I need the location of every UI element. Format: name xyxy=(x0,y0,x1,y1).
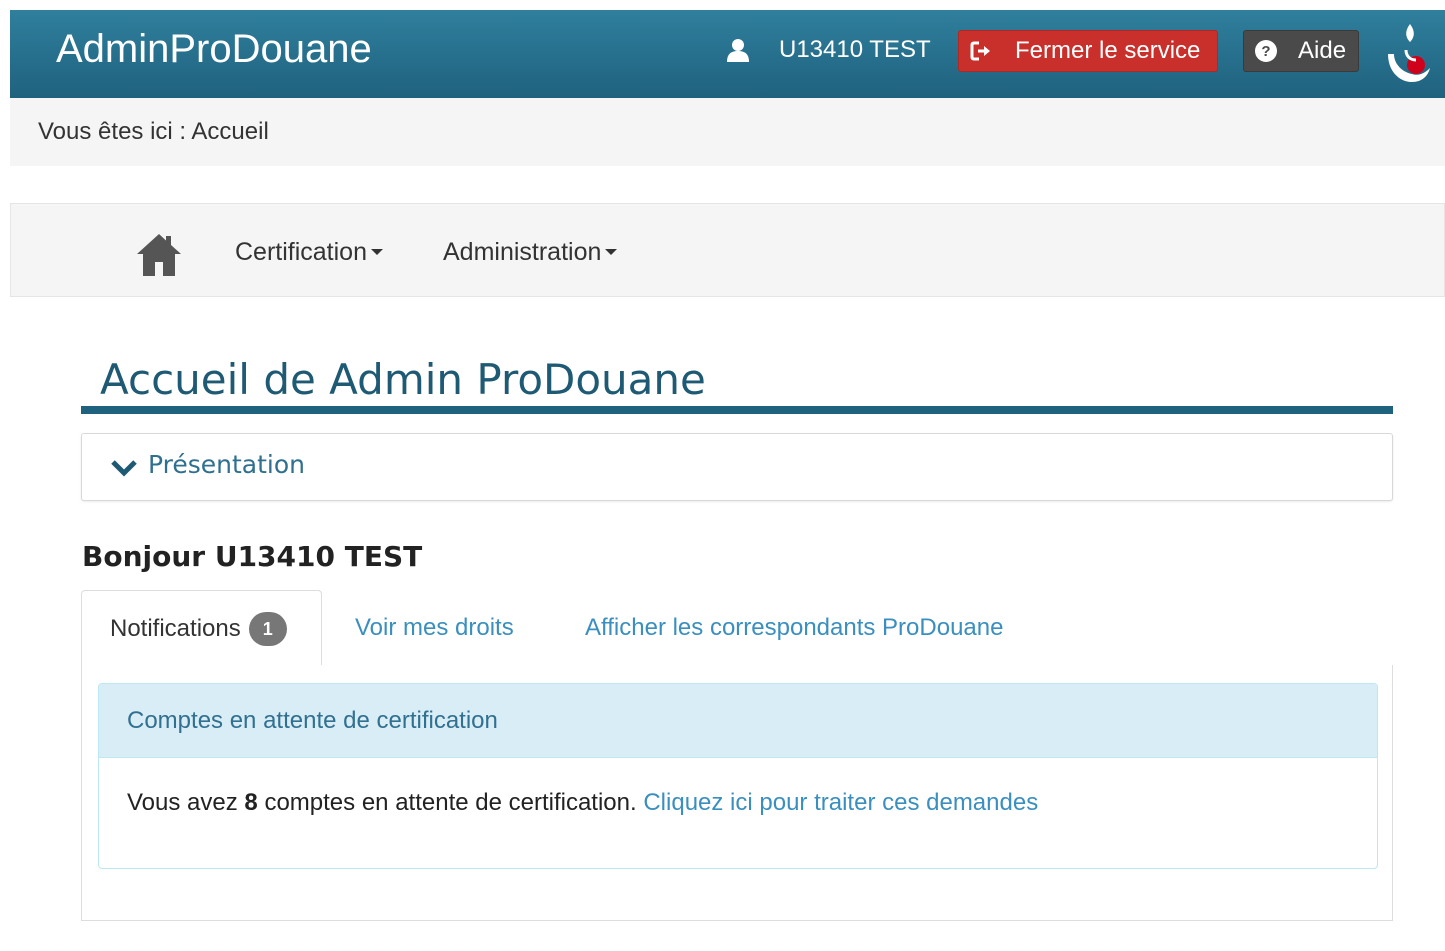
sign-out-icon xyxy=(969,39,993,63)
notification-text-suffix: comptes en attente de certification. xyxy=(264,789,637,816)
presentation-toggle[interactable]: Présentation xyxy=(110,450,305,479)
page: AdminProDouane U13410 TEST Fermer le ser… xyxy=(0,0,1445,951)
close-service-button[interactable]: Fermer le service xyxy=(958,30,1218,72)
nav-administration[interactable]: Administration xyxy=(443,234,618,270)
caret-down-icon xyxy=(605,249,618,255)
help-button[interactable]: ? Aide xyxy=(1243,30,1359,72)
notification-count-badge: 1 xyxy=(248,612,287,646)
user-name: U13410 TEST xyxy=(779,36,931,63)
panel-heading: Comptes en attente de certification xyxy=(99,684,1377,758)
tab-notifications-label: Notifications xyxy=(110,615,241,642)
nav-certification-label: Certification xyxy=(235,238,367,266)
svg-text:?: ? xyxy=(1261,43,1270,60)
user-area: U13410 TEST xyxy=(725,32,931,68)
notification-text-prefix: Vous avez xyxy=(127,789,238,816)
app-brand[interactable]: AdminProDouane xyxy=(56,24,372,74)
greeting: Bonjour U13410 TEST xyxy=(82,540,423,573)
tab-correspondants[interactable]: Afficher les correspondants ProDouane xyxy=(585,610,1003,646)
pending-count: 8 xyxy=(244,789,258,816)
close-service-label: Fermer le service xyxy=(1015,37,1201,64)
chevron-down-icon xyxy=(110,455,138,477)
main-navbar: Certification Administration xyxy=(10,203,1445,297)
caret-down-icon xyxy=(371,249,383,255)
presentation-label: Présentation xyxy=(148,450,306,479)
panel-body: Vous avez 8 comptes en attente de certif… xyxy=(99,758,1377,820)
douane-logo xyxy=(1380,20,1432,86)
nav-administration-label: Administration xyxy=(443,238,602,266)
title-divider xyxy=(81,406,1393,414)
breadcrumb: Vous êtes ici : Accueil xyxy=(10,98,1445,166)
user-icon xyxy=(725,37,751,63)
tab-voir-mes-droits[interactable]: Voir mes droits xyxy=(355,610,514,646)
help-label: Aide xyxy=(1298,37,1347,64)
process-requests-link[interactable]: Cliquez ici pour traiter ces demandes xyxy=(643,789,1038,816)
nav-certification[interactable]: Certification xyxy=(235,234,383,270)
question-circle-icon: ? xyxy=(1254,39,1278,63)
top-header: AdminProDouane U13410 TEST Fermer le ser… xyxy=(10,10,1445,98)
home-icon[interactable] xyxy=(135,230,183,278)
tab-content: Comptes en attente de certification Vous… xyxy=(81,665,1393,921)
presentation-panel: Présentation xyxy=(81,433,1393,501)
page-title: Accueil de Admin ProDouane xyxy=(100,355,706,404)
pending-certification-panel: Comptes en attente de certification Vous… xyxy=(98,683,1378,869)
tab-notifications[interactable]: Notifications 1 xyxy=(81,590,322,667)
